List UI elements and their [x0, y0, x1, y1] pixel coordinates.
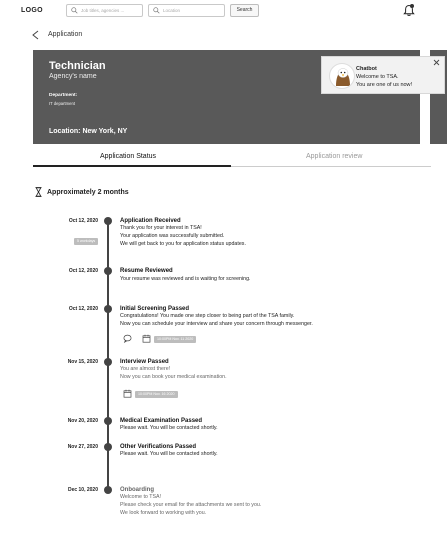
chat-bubble-icon[interactable]: [123, 334, 132, 343]
interview-schedule-chip[interactable]: 10:00PM Nov. 11 2020: [154, 336, 197, 343]
timeline-dot: [103, 486, 112, 494]
timeline-dot: [103, 217, 112, 225]
step-text: We will get back to you for application …: [120, 241, 246, 247]
step-text: You are almost there!: [120, 366, 171, 372]
step-title: Interview Passed: [120, 359, 169, 365]
hourglass-icon: [35, 187, 42, 197]
job-title: Technician: [49, 60, 106, 72]
step-date: Nov 27, 2020: [67, 444, 98, 450]
step-date: Nov 20, 2020: [67, 418, 98, 424]
step-title: Onboarding: [120, 487, 154, 493]
department-value: IT department: [49, 101, 75, 106]
tab-application-status[interactable]: Application Status: [100, 153, 156, 160]
step-title: Resume Reviewed: [120, 268, 173, 274]
tab-divider: [231, 166, 431, 167]
step-text: Thank you for your interest in TSA!: [120, 225, 202, 231]
timeline-dot: [103, 305, 112, 313]
location-search-box[interactable]: [148, 4, 225, 17]
chatbot-popup[interactable]: Chatbot Welcome to TSA. You are one of u…: [321, 56, 445, 94]
calendar-icon[interactable]: [123, 389, 132, 398]
logo[interactable]: LOGO: [21, 7, 43, 14]
duration-estimate: Approximately 2 months: [47, 189, 129, 196]
search-icon: [153, 7, 160, 14]
search-button[interactable]: Search: [230, 4, 259, 17]
step-text: Congratulations! You made one step close…: [120, 313, 295, 319]
step-date: Oct 12, 2020: [68, 218, 98, 224]
search-icon: [71, 7, 78, 14]
agency-name: Agency's name: [49, 73, 97, 80]
medical-schedule-chip[interactable]: 10:00PM Nov. 16 2020: [135, 391, 178, 398]
chatbot-name: Chatbot: [356, 66, 377, 72]
timeline-dot: [103, 267, 112, 275]
back-arrow-icon[interactable]: [31, 30, 40, 40]
chatbot-message: You are one of us now!: [356, 82, 413, 88]
step-date: Oct 12, 2020: [68, 306, 98, 312]
step-text: Please wait. You will be contacted short…: [120, 425, 218, 431]
close-icon[interactable]: [433, 59, 440, 66]
step-title: Other Verifications Passed: [120, 444, 197, 450]
duration-chip: 5 workdays: [74, 238, 99, 245]
timeline-dot: [103, 417, 112, 425]
step-date: Dec 10, 2020: [67, 487, 98, 493]
job-location: Location: New York, NY: [49, 128, 128, 135]
location-input[interactable]: [163, 8, 220, 13]
step-date: Nov 15, 2020: [67, 359, 98, 365]
step-text: Now you can book your medical examinatio…: [120, 374, 227, 380]
page-title: Application: [48, 31, 83, 38]
top-header: LOGO Search: [0, 0, 447, 22]
timeline-line: [106, 222, 109, 492]
timeline-dot: [103, 358, 112, 366]
step-date: Oct 12, 2020: [68, 268, 98, 274]
step-title: Application Received: [120, 218, 181, 224]
step-text: We look forward to working with you.: [120, 510, 207, 516]
step-title: Medical Examination Passed: [120, 418, 203, 424]
tab-application-review[interactable]: Application review: [306, 153, 362, 160]
notification-badge: [410, 4, 414, 8]
department-label: Department:: [49, 93, 78, 98]
step-text: Please check your email for the attachme…: [120, 502, 262, 508]
step-title: Initial Screening Passed: [120, 306, 190, 312]
step-text: Your resume was reviewed and is waiting …: [120, 276, 251, 282]
active-tab-indicator: [33, 165, 231, 167]
job-search-box[interactable]: [66, 4, 143, 17]
chatbot-message: Welcome to TSA.: [356, 74, 399, 80]
timeline-dot: [103, 443, 112, 451]
job-search-input[interactable]: [81, 8, 138, 13]
step-text: Please wait. You will be contacted short…: [120, 451, 218, 457]
eagle-avatar-icon: [329, 63, 355, 89]
step-text: Your application was successfully submit…: [120, 233, 225, 239]
step-text: Now you can schedule your interview and …: [120, 321, 313, 327]
step-text: Welcome to TSA!: [120, 494, 162, 500]
calendar-icon[interactable]: [142, 334, 151, 343]
